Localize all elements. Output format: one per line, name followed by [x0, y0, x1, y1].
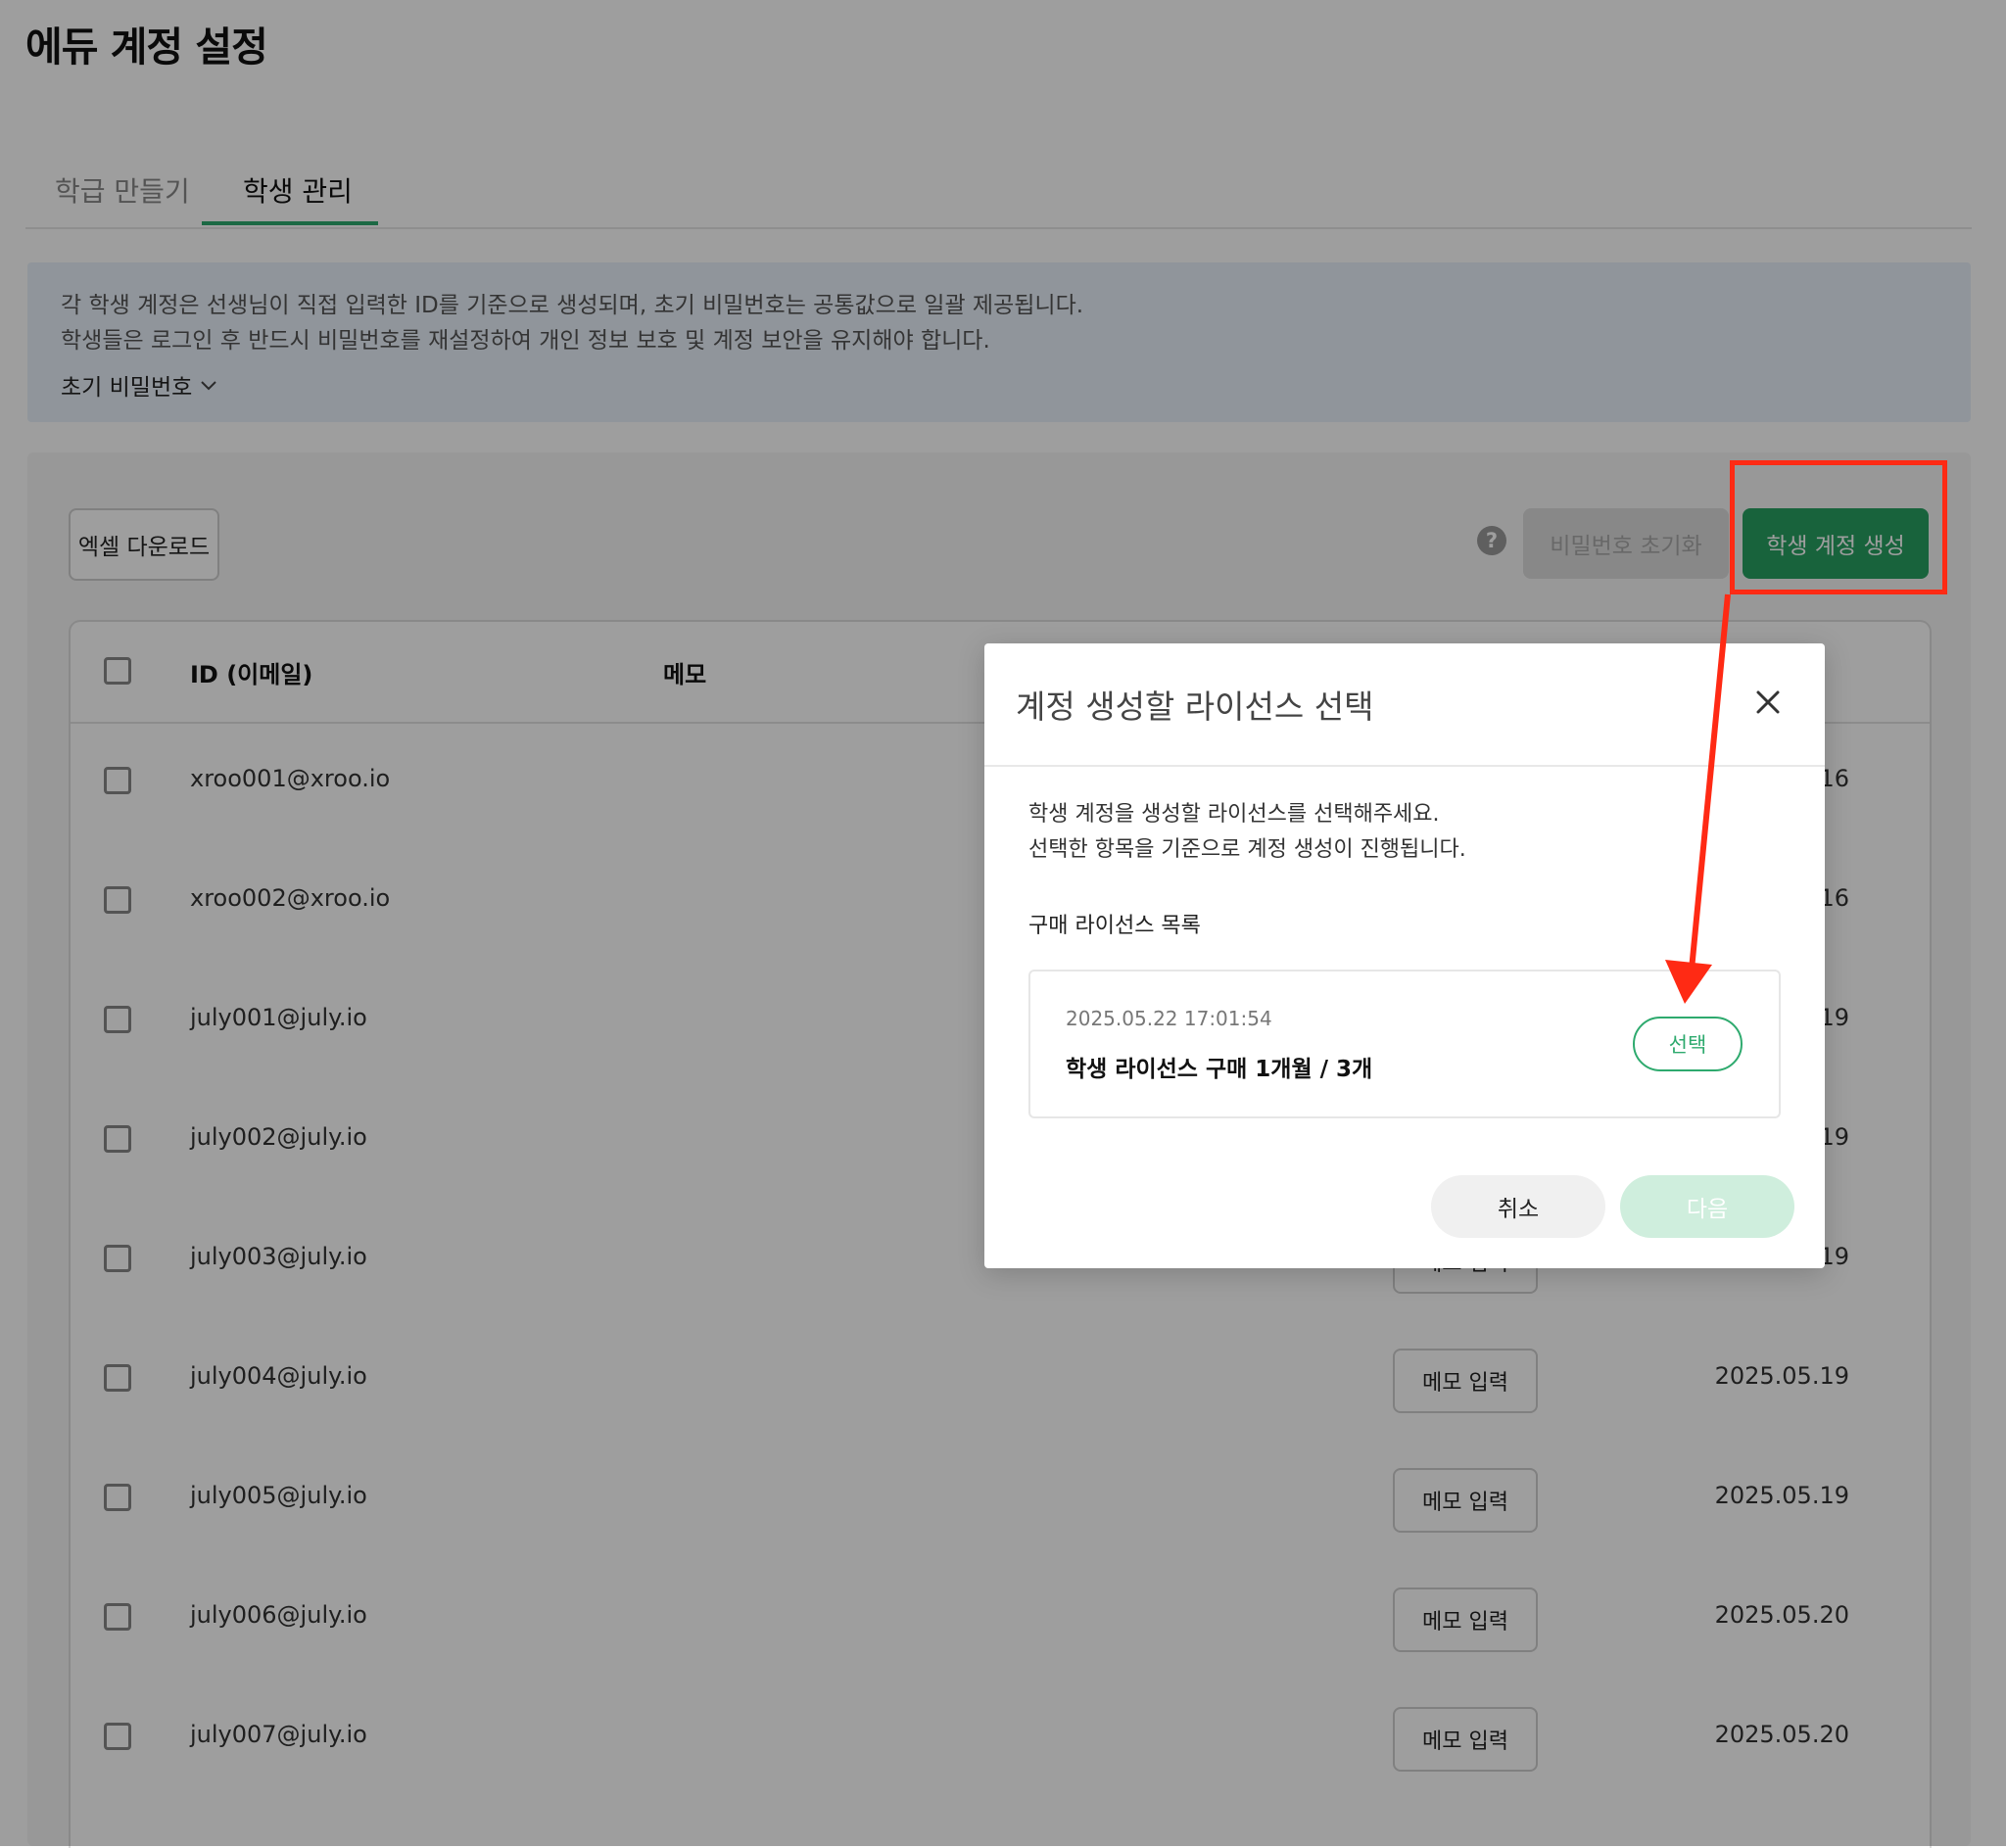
page-root: 에듀 계정 설정 학급 만들기 학생 관리 각 학생 계정은 선생님이 직접 입… [0, 0, 2006, 1848]
annotation-arrow [1665, 593, 1731, 1004]
